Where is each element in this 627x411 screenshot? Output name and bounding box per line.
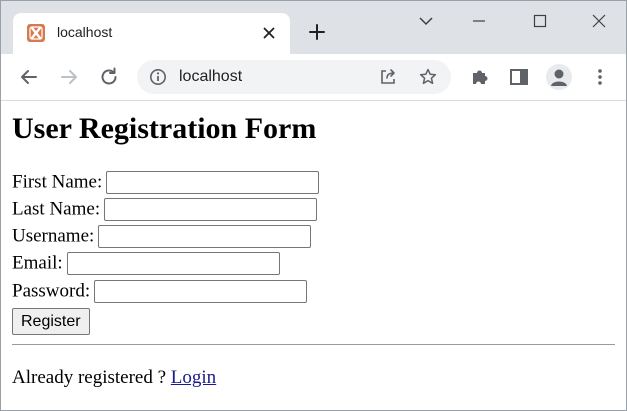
page-content: User Registration Form First Name: Last … — [1, 101, 626, 410]
divider — [12, 344, 615, 345]
last-name-row: Last Name: — [12, 198, 318, 222]
forward-arrow-icon[interactable] — [57, 65, 81, 89]
plus-icon[interactable] — [306, 21, 328, 43]
email-label: Email: — [12, 252, 63, 274]
username-label: Username: — [12, 225, 95, 247]
maximize-icon[interactable] — [528, 9, 552, 33]
xampp-icon — [27, 24, 45, 42]
username-field[interactable] — [98, 225, 312, 249]
login-prompt: Already registered ? Login — [12, 367, 216, 389]
browser-window: localhost localhost User Registration Fo… — [0, 0, 627, 411]
login-prompt-text: Already registered ? — [12, 367, 171, 388]
first-name-label: First Name: — [12, 171, 103, 193]
last-name-label: Last Name: — [12, 198, 101, 220]
username-row: Username: — [12, 225, 312, 249]
last-name-field[interactable] — [104, 198, 318, 222]
tab-title: localhost — [57, 24, 113, 40]
address-text[interactable]: localhost — [179, 68, 242, 86]
kebab-menu-icon[interactable] — [588, 65, 612, 89]
first-name-row: First Name: — [12, 171, 320, 195]
share-icon[interactable] — [378, 67, 398, 87]
side-panel-icon[interactable] — [507, 65, 531, 89]
password-row: Password: — [12, 280, 308, 304]
close-window-icon[interactable] — [587, 9, 611, 33]
register-button[interactable]: Register — [12, 308, 90, 335]
star-icon[interactable] — [418, 67, 438, 87]
email-field[interactable] — [66, 252, 280, 276]
login-link[interactable]: Login — [171, 367, 216, 388]
email-row: Email: — [12, 252, 280, 276]
browser-toolbar: localhost — [1, 54, 626, 101]
page-title: User Registration Form — [12, 112, 317, 145]
first-name-field[interactable] — [106, 171, 320, 195]
info-icon[interactable] — [149, 68, 167, 86]
address-bar[interactable]: localhost — [137, 60, 451, 94]
password-label: Password: — [12, 280, 91, 302]
password-field[interactable] — [94, 280, 308, 304]
chevron-down-icon[interactable] — [414, 9, 438, 33]
close-icon[interactable] — [259, 23, 279, 43]
back-arrow-icon[interactable] — [17, 65, 41, 89]
profile-icon[interactable] — [546, 64, 572, 90]
minimize-icon[interactable] — [467, 9, 491, 33]
tab-strip: localhost — [1, 1, 626, 54]
browser-tab[interactable]: localhost — [13, 13, 290, 54]
puzzle-icon[interactable] — [468, 65, 492, 89]
reload-icon[interactable] — [97, 65, 121, 89]
